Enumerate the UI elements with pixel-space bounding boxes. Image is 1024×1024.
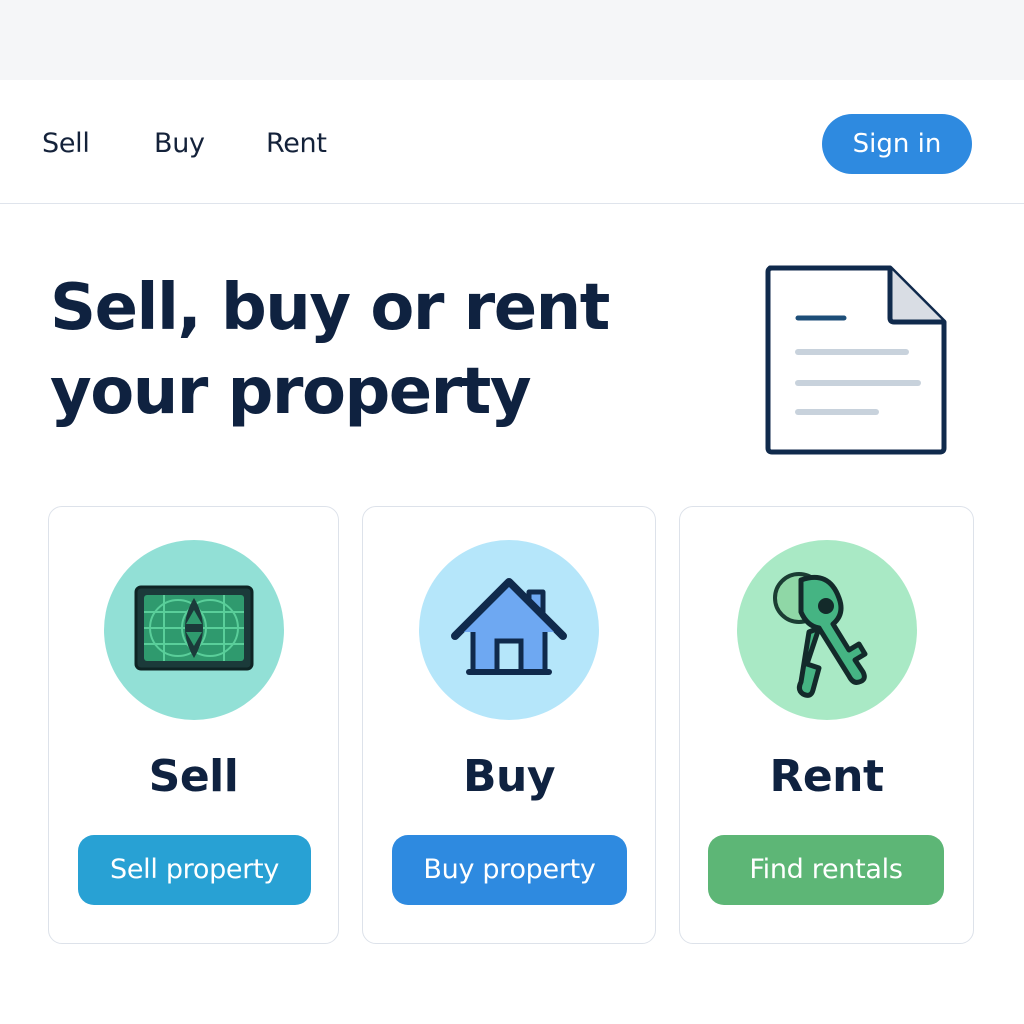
hero-title-line-2: your property [50, 355, 532, 429]
hero-title: Sell, buy or rent your property [50, 266, 690, 434]
rent-card-title: Rent [769, 751, 884, 802]
nav-link-sell[interactable]: Sell [42, 80, 90, 204]
keys-icon [772, 572, 867, 698]
hero-title-line-1: Sell, buy or rent [50, 271, 610, 345]
rent-card: Rent Find rentals [679, 506, 974, 944]
sell-property-button[interactable]: Sell property [78, 835, 311, 905]
document-icon [760, 260, 952, 460]
buy-icon-circle [419, 540, 599, 720]
find-rentals-button[interactable]: Find rentals [708, 835, 944, 905]
buy-card-title: Buy [462, 751, 556, 802]
buy-card: Buy Buy property [362, 506, 656, 944]
nav-link-buy[interactable]: Buy [154, 80, 205, 204]
sell-card-title: Sell [148, 751, 239, 802]
house-icon [451, 578, 567, 675]
sell-card: Sell Sell property [48, 506, 339, 944]
top-navbar: Sell Buy Rent Sign in [0, 80, 1024, 204]
top-strip [0, 0, 1024, 80]
rent-icon-circle [736, 540, 917, 720]
buy-property-button[interactable]: Buy property [392, 835, 627, 905]
sign-in-button[interactable]: Sign in [822, 114, 972, 174]
money-bill-icon [134, 585, 253, 671]
sell-icon-circle [103, 540, 284, 720]
nav-link-rent[interactable]: Rent [266, 80, 327, 204]
